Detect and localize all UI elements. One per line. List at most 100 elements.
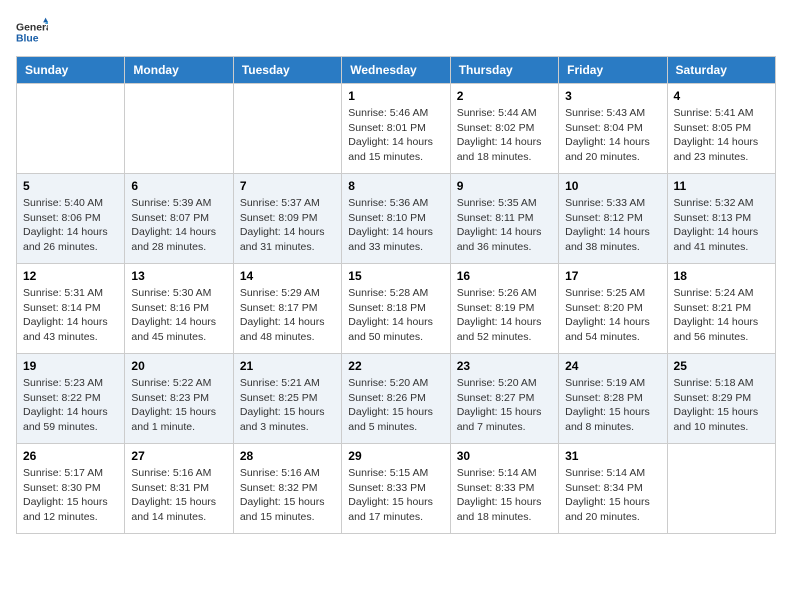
calendar-cell (233, 84, 341, 174)
day-number: 22 (348, 359, 443, 373)
day-info: Sunrise: 5:18 AM Sunset: 8:29 PM Dayligh… (674, 376, 769, 435)
column-header-tuesday: Tuesday (233, 57, 341, 84)
day-number: 13 (131, 269, 226, 283)
column-header-monday: Monday (125, 57, 233, 84)
day-info: Sunrise: 5:15 AM Sunset: 8:33 PM Dayligh… (348, 466, 443, 525)
column-header-sunday: Sunday (17, 57, 125, 84)
day-info: Sunrise: 5:23 AM Sunset: 8:22 PM Dayligh… (23, 376, 118, 435)
column-header-friday: Friday (559, 57, 667, 84)
calendar-cell: 27 Sunrise: 5:16 AM Sunset: 8:31 PM Dayli… (125, 444, 233, 534)
calendar-cell: 21 Sunrise: 5:21 AM Sunset: 8:25 PM Dayli… (233, 354, 341, 444)
day-number: 16 (457, 269, 552, 283)
day-info: Sunrise: 5:19 AM Sunset: 8:28 PM Dayligh… (565, 376, 660, 435)
day-number: 6 (131, 179, 226, 193)
day-info: Sunrise: 5:20 AM Sunset: 8:26 PM Dayligh… (348, 376, 443, 435)
calendar-cell: 6Sunrise: 5:39 AM Sunset: 8:07 PM Daylig… (125, 174, 233, 264)
calendar-cell: 12 Sunrise: 5:31 AM Sunset: 8:14 PM Dayli… (17, 264, 125, 354)
day-number: 25 (674, 359, 769, 373)
day-number: 19 (23, 359, 118, 373)
day-number: 5 (23, 179, 118, 193)
day-info: Sunrise: 5:29 AM Sunset: 8:17 PM Dayligh… (240, 286, 335, 345)
calendar-cell: 13 Sunrise: 5:30 AM Sunset: 8:16 PM Dayli… (125, 264, 233, 354)
day-number: 2 (457, 89, 552, 103)
day-number: 15 (348, 269, 443, 283)
day-number: 23 (457, 359, 552, 373)
calendar-cell: 16Sunrise: 5:26 AM Sunset: 8:19 PM Dayli… (450, 264, 558, 354)
calendar-table: SundayMondayTuesdayWednesdayThursdayFrid… (16, 56, 776, 534)
calendar-cell: 3 Sunrise: 5:43 AM Sunset: 8:04 PM Daylig… (559, 84, 667, 174)
day-info: Sunrise: 5:22 AM Sunset: 8:23 PM Dayligh… (131, 376, 226, 435)
calendar-cell: 7Sunrise: 5:37 AM Sunset: 8:09 PM Daylig… (233, 174, 341, 264)
calendar-cell: 15 Sunrise: 5:28 AM Sunset: 8:18 PM Dayli… (342, 264, 450, 354)
day-number: 18 (674, 269, 769, 283)
svg-text:General: General (16, 22, 48, 33)
calendar-cell: 31Sunrise: 5:14 AM Sunset: 8:34 PM Dayli… (559, 444, 667, 534)
calendar-cell (667, 444, 775, 534)
calendar-week-row: 1 Sunrise: 5:46 AM Sunset: 8:01 PM Daylig… (17, 84, 776, 174)
day-info: Sunrise: 5:25 AM Sunset: 8:20 PM Dayligh… (565, 286, 660, 345)
day-info: Sunrise: 5:16 AM Sunset: 8:31 PM Dayligh… (131, 466, 226, 525)
day-info: Sunrise: 5:30 AM Sunset: 8:16 PM Dayligh… (131, 286, 226, 345)
calendar-cell: 30 Sunrise: 5:14 AM Sunset: 8:33 PM Dayli… (450, 444, 558, 534)
calendar-cell: 5 Sunrise: 5:40 AM Sunset: 8:06 PM Daylig… (17, 174, 125, 264)
day-info: Sunrise: 5:46 AM Sunset: 8:01 PM Dayligh… (348, 106, 443, 165)
calendar-cell: 26Sunrise: 5:17 AM Sunset: 8:30 PM Dayli… (17, 444, 125, 534)
day-number: 14 (240, 269, 335, 283)
day-number: 11 (674, 179, 769, 193)
calendar-cell (17, 84, 125, 174)
day-number: 4 (674, 89, 769, 103)
calendar-week-row: 26Sunrise: 5:17 AM Sunset: 8:30 PM Dayli… (17, 444, 776, 534)
calendar-cell: 23 Sunrise: 5:20 AM Sunset: 8:27 PM Dayli… (450, 354, 558, 444)
day-number: 10 (565, 179, 660, 193)
calendar-cell: 11 Sunrise: 5:32 AM Sunset: 8:13 PM Dayli… (667, 174, 775, 264)
day-info: Sunrise: 5:35 AM Sunset: 8:11 PM Dayligh… (457, 196, 552, 255)
calendar-cell: 9 Sunrise: 5:35 AM Sunset: 8:11 PM Daylig… (450, 174, 558, 264)
day-info: Sunrise: 5:33 AM Sunset: 8:12 PM Dayligh… (565, 196, 660, 255)
day-number: 12 (23, 269, 118, 283)
calendar-cell: 10 Sunrise: 5:33 AM Sunset: 8:12 PM Dayli… (559, 174, 667, 264)
day-number: 1 (348, 89, 443, 103)
day-number: 9 (457, 179, 552, 193)
column-header-saturday: Saturday (667, 57, 775, 84)
calendar-cell: 2Sunrise: 5:44 AM Sunset: 8:02 PM Daylig… (450, 84, 558, 174)
calendar-cell: 4 Sunrise: 5:41 AM Sunset: 8:05 PM Daylig… (667, 84, 775, 174)
svg-text:Blue: Blue (16, 34, 39, 45)
day-info: Sunrise: 5:41 AM Sunset: 8:05 PM Dayligh… (674, 106, 769, 165)
calendar-cell: 25 Sunrise: 5:18 AM Sunset: 8:29 PM Dayli… (667, 354, 775, 444)
calendar-week-row: 5 Sunrise: 5:40 AM Sunset: 8:06 PM Daylig… (17, 174, 776, 264)
day-info: Sunrise: 5:28 AM Sunset: 8:18 PM Dayligh… (348, 286, 443, 345)
day-info: Sunrise: 5:16 AM Sunset: 8:32 PM Dayligh… (240, 466, 335, 525)
day-info: Sunrise: 5:43 AM Sunset: 8:04 PM Dayligh… (565, 106, 660, 165)
calendar-cell: 17 Sunrise: 5:25 AM Sunset: 8:20 PM Dayli… (559, 264, 667, 354)
logo-icon: General Blue (16, 16, 48, 48)
day-number: 20 (131, 359, 226, 373)
day-info: Sunrise: 5:14 AM Sunset: 8:33 PM Dayligh… (457, 466, 552, 525)
day-info: Sunrise: 5:14 AM Sunset: 8:34 PM Dayligh… (565, 466, 660, 525)
calendar-cell: 19 Sunrise: 5:23 AM Sunset: 8:22 PM Dayli… (17, 354, 125, 444)
day-number: 27 (131, 449, 226, 463)
day-info: Sunrise: 5:20 AM Sunset: 8:27 PM Dayligh… (457, 376, 552, 435)
day-info: Sunrise: 5:40 AM Sunset: 8:06 PM Dayligh… (23, 196, 118, 255)
calendar-cell: 20 Sunrise: 5:22 AM Sunset: 8:23 PM Dayli… (125, 354, 233, 444)
day-number: 28 (240, 449, 335, 463)
day-number: 17 (565, 269, 660, 283)
calendar-cell: 24Sunrise: 5:19 AM Sunset: 8:28 PM Dayli… (559, 354, 667, 444)
calendar-cell: 1 Sunrise: 5:46 AM Sunset: 8:01 PM Daylig… (342, 84, 450, 174)
day-info: Sunrise: 5:31 AM Sunset: 8:14 PM Dayligh… (23, 286, 118, 345)
day-info: Sunrise: 5:17 AM Sunset: 8:30 PM Dayligh… (23, 466, 118, 525)
day-number: 21 (240, 359, 335, 373)
calendar-cell: 8Sunrise: 5:36 AM Sunset: 8:10 PM Daylig… (342, 174, 450, 264)
day-number: 3 (565, 89, 660, 103)
column-header-wednesday: Wednesday (342, 57, 450, 84)
day-info: Sunrise: 5:32 AM Sunset: 8:13 PM Dayligh… (674, 196, 769, 255)
day-number: 29 (348, 449, 443, 463)
calendar-cell: 14 Sunrise: 5:29 AM Sunset: 8:17 PM Dayli… (233, 264, 341, 354)
page-header: General Blue (16, 16, 776, 48)
calendar-cell: 22 Sunrise: 5:20 AM Sunset: 8:26 PM Dayli… (342, 354, 450, 444)
day-info: Sunrise: 5:24 AM Sunset: 8:21 PM Dayligh… (674, 286, 769, 345)
day-number: 30 (457, 449, 552, 463)
calendar-week-row: 19 Sunrise: 5:23 AM Sunset: 8:22 PM Dayli… (17, 354, 776, 444)
day-info: Sunrise: 5:36 AM Sunset: 8:10 PM Dayligh… (348, 196, 443, 255)
day-info: Sunrise: 5:21 AM Sunset: 8:25 PM Dayligh… (240, 376, 335, 435)
calendar-header-row: SundayMondayTuesdayWednesdayThursdayFrid… (17, 57, 776, 84)
